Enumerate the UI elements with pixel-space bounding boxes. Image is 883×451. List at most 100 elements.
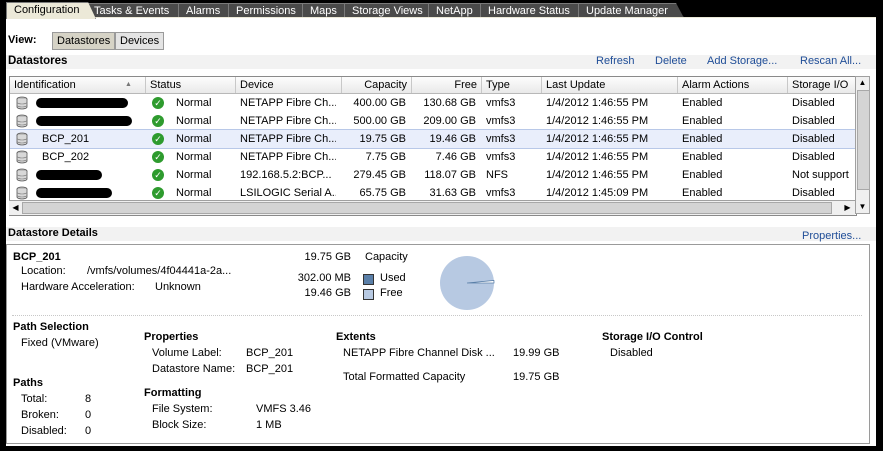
volume-label-label: Volume Label: — [152, 347, 222, 359]
column-header-label: Device — [240, 79, 274, 91]
used-label: Used — [380, 272, 406, 284]
status-cell: Normal — [176, 133, 212, 145]
tab-storage-views[interactable]: Storage Views — [344, 3, 440, 18]
tab-configuration[interactable]: Configuration — [6, 2, 96, 19]
scroll-left-icon[interactable]: ◀ — [9, 202, 22, 214]
scroll-up-icon[interactable]: ▲ — [856, 77, 869, 89]
status-cell: Normal — [176, 151, 212, 163]
used-value: 302.00 MB — [297, 272, 351, 284]
status-cell: Normal — [176, 169, 212, 181]
capacity-cell: 400.00 GB — [353, 97, 406, 109]
add-storage-link[interactable]: Add Storage... — [707, 55, 777, 67]
datastore-icon — [16, 150, 28, 164]
type-cell: vmfs3 — [486, 115, 516, 127]
volume-label-value: BCP_201 — [246, 347, 294, 359]
file-system-value: VMFS 3.46 — [256, 403, 312, 415]
redacted-identification — [36, 116, 132, 126]
hwaccel-label: Hardware Acceleration: — [21, 281, 135, 293]
datastores-title: Datastores — [8, 55, 68, 67]
tab-label: Permissions — [236, 5, 296, 17]
storage-io-cell: Disabled — [792, 97, 835, 109]
tab-update-manager[interactable]: Update Manager — [578, 3, 684, 18]
extents-title: Extents — [336, 331, 376, 343]
table-row[interactable]: ✓ Normal NETAPP Fibre Ch... 400.00 GB 130.68… — [10, 94, 856, 112]
column-header-free[interactable]: Free — [412, 77, 482, 93]
tab-tasks-events[interactable]: Tasks & Events — [86, 3, 190, 18]
capacity-label: Capacity — [365, 251, 408, 263]
tab-label: Configuration — [14, 4, 80, 16]
table-row[interactable]: BCP_202 ✓ Normal NETAPP Fibre Ch... 7.75 GB 7… — [10, 148, 856, 166]
rescan-all-link[interactable]: Rescan All... — [800, 55, 861, 67]
properties-link[interactable]: Properties... — [802, 230, 861, 242]
storage-io-cell: Disabled — [792, 115, 835, 127]
table-header: Identification ▲ Status Device Capacity F… — [10, 77, 856, 94]
scroll-right-icon[interactable]: ▶ — [841, 202, 854, 214]
last-update-cell: 1/4/2012 1:46:55 PM — [546, 169, 649, 181]
vertical-scrollbar[interactable]: ▲ ▼ — [855, 76, 870, 214]
free-legend-swatch — [363, 289, 374, 300]
view-label: View: — [8, 34, 37, 46]
alarm-actions-cell: Enabled — [682, 151, 723, 163]
sioc-title: Storage I/O Control — [602, 331, 703, 343]
view-devices-button[interactable]: Devices — [115, 32, 165, 50]
last-update-cell: 1/4/2012 1:46:55 PM — [546, 151, 649, 163]
file-system-label: File System: — [152, 403, 213, 415]
datastores-table: Identification ▲ Status Device Capacity F… — [9, 76, 857, 216]
details-header: Datastore Details Properties... — [6, 227, 876, 242]
tab-label: Alarms — [186, 5, 221, 17]
column-header-alarm-actions[interactable]: Alarm Actions — [678, 77, 788, 93]
free-cell: 130.68 GB — [423, 97, 476, 109]
details-title: Datastore Details — [8, 227, 98, 239]
capacity-cell: 500.00 GB — [353, 115, 406, 127]
free-cell: 209.00 GB — [423, 115, 476, 127]
horizontal-scroll-thumb[interactable] — [22, 202, 832, 214]
paths-total-label: Total: — [21, 393, 48, 405]
free-label: Free — [380, 287, 403, 299]
scroll-thumb[interactable] — [857, 90, 870, 190]
column-header-device[interactable]: Device — [236, 77, 342, 93]
device-cell: NETAPP Fibre Ch... — [240, 151, 336, 163]
sort-arrow-icon: ▲ — [125, 81, 132, 88]
column-header-storage-io[interactable]: Storage I/O — [788, 77, 856, 93]
column-header-capacity[interactable]: Capacity — [342, 77, 412, 93]
redacted-identification — [36, 98, 128, 108]
tab-hardware-status[interactable]: Hardware Status — [480, 3, 588, 18]
storage-io-cell: Not support — [792, 169, 849, 181]
identification-cell: BCP_202 — [42, 151, 90, 163]
type-cell: vmfs3 — [486, 133, 516, 145]
view-datastores-button[interactable]: Datastores — [52, 32, 116, 50]
delete-link[interactable]: Delete — [655, 55, 687, 67]
alarm-actions-cell: Enabled — [682, 115, 723, 127]
table-row[interactable]: ✓ Normal 192.168.5.2:BCP... 279.45 GB 118.07… — [10, 166, 856, 184]
table-row[interactable]: BCP_201 ✓ Normal NETAPP Fibre Ch... 19.75 GB… — [10, 129, 856, 149]
device-cell: NETAPP Fibre Ch... — [240, 133, 336, 145]
paths-disabled-label: Disabled: — [21, 425, 67, 437]
status-ok-icon: ✓ — [152, 97, 164, 109]
status-cell: Normal — [176, 97, 212, 109]
capacity-cell: 19.75 GB — [359, 133, 406, 145]
datastore-name-label: Datastore Name: — [152, 363, 236, 375]
block-size-label: Block Size: — [152, 419, 207, 431]
last-update-cell: 1/4/2012 1:46:55 PM — [546, 97, 649, 109]
scroll-down-icon[interactable]: ▼ — [856, 201, 869, 213]
alarm-actions-cell: Enabled — [682, 97, 723, 109]
table-row[interactable]: ✓ Normal NETAPP Fibre Ch... 500.00 GB 209.00… — [10, 112, 856, 130]
datastore-icon — [16, 168, 28, 182]
capacity-cell: 279.45 GB — [353, 169, 406, 181]
column-header-last-update[interactable]: Last Update — [542, 77, 678, 93]
datastore-name-value: BCP_201 — [246, 363, 294, 375]
extent-disk-name: NETAPP Fibre Channel Disk ... — [343, 347, 495, 359]
column-header-identification[interactable]: Identification ▲ — [10, 77, 146, 93]
column-header-status[interactable]: Status — [146, 77, 236, 93]
horizontal-scrollbar[interactable]: ◀ ▶ — [9, 200, 855, 215]
paths-broken-value: 0 — [85, 409, 92, 421]
last-update-cell: 1/4/2012 1:46:55 PM — [546, 133, 649, 145]
last-update-cell: 1/4/2012 1:46:55 PM — [546, 115, 649, 127]
total-formatted-capacity-label: Total Formatted Capacity — [343, 371, 466, 383]
used-legend-swatch — [363, 274, 374, 285]
datastore-icon — [16, 96, 28, 110]
tab-label: Tasks & Events — [94, 5, 170, 17]
datastore-icon — [16, 186, 28, 200]
refresh-link[interactable]: Refresh — [596, 55, 635, 67]
column-header-type[interactable]: Type — [482, 77, 542, 93]
